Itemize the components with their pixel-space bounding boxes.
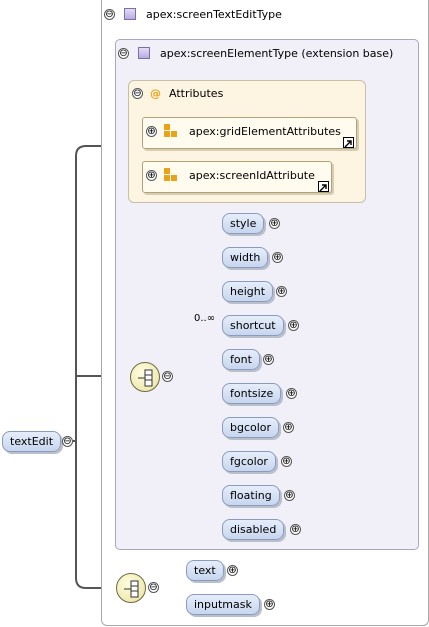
expand-icon[interactable]: ⊕: [227, 565, 238, 576]
collapse-icon[interactable]: ⊖: [118, 48, 129, 59]
attribute-group-icon: [164, 124, 177, 137]
attribute-group-label: apex:screenIdAttribute: [189, 169, 315, 182]
attribute-group-icon: [164, 168, 177, 181]
collapse-icon[interactable]: ⊖: [132, 88, 143, 99]
element-shortcut[interactable]: shortcut: [222, 315, 284, 336]
element-inputmask[interactable]: inputmask: [186, 594, 260, 615]
complex-type-icon: [138, 47, 150, 59]
expand-icon[interactable]: ⊕: [264, 599, 275, 610]
expand-icon[interactable]: ⊕: [281, 456, 292, 467]
expand-icon[interactable]: ⊕: [276, 286, 287, 297]
element-fontsize[interactable]: fontsize: [222, 383, 282, 404]
type-label: apex:screenTextEditType: [146, 8, 282, 21]
element-style[interactable]: style: [222, 213, 265, 234]
element-floating[interactable]: floating: [222, 485, 280, 506]
collapse-icon[interactable]: ⊖: [148, 582, 159, 593]
element-font[interactable]: font: [222, 349, 260, 370]
expand-icon[interactable]: ⊕: [146, 170, 157, 181]
expand-icon[interactable]: ⊕: [284, 490, 295, 501]
element-text[interactable]: text: [186, 560, 224, 581]
collapse-icon[interactable]: ⊖: [62, 436, 73, 447]
attributes-title: Attributes: [169, 87, 224, 100]
attribute-group-label: apex:gridElementAttributes: [189, 125, 341, 138]
element-bgcolor[interactable]: bgcolor: [222, 417, 280, 438]
reference-arrow-icon: [343, 137, 354, 148]
complex-type-icon: [124, 8, 136, 20]
expand-icon[interactable]: ⊕: [263, 354, 274, 365]
expand-icon[interactable]: ⊕: [272, 252, 283, 263]
reference-arrow-icon: [318, 181, 329, 192]
expand-icon[interactable]: ⊕: [288, 320, 299, 331]
sequence-compositor-icon[interactable]: [130, 362, 160, 392]
element-fgcolor[interactable]: fgcolor: [222, 451, 276, 472]
expand-icon[interactable]: ⊕: [290, 524, 301, 535]
element-width[interactable]: width: [222, 247, 269, 268]
expand-icon[interactable]: ⊕: [283, 422, 294, 433]
attribute-at-icon: @: [150, 87, 161, 100]
extension-label: apex:screenElementType (extension base): [160, 47, 394, 60]
collapse-icon[interactable]: ⊖: [162, 371, 173, 382]
expand-icon[interactable]: ⊕: [269, 218, 280, 229]
element-disabled[interactable]: disabled: [222, 519, 285, 540]
expand-icon[interactable]: ⊕: [286, 388, 297, 399]
sequence-compositor-icon[interactable]: [116, 573, 146, 603]
collapse-icon[interactable]: ⊖: [104, 9, 115, 20]
root-element-textEdit[interactable]: textEdit: [2, 431, 62, 452]
occurrence-label: 0..∞: [194, 313, 216, 324]
expand-icon[interactable]: ⊕: [146, 126, 157, 137]
element-height[interactable]: height: [222, 281, 274, 302]
